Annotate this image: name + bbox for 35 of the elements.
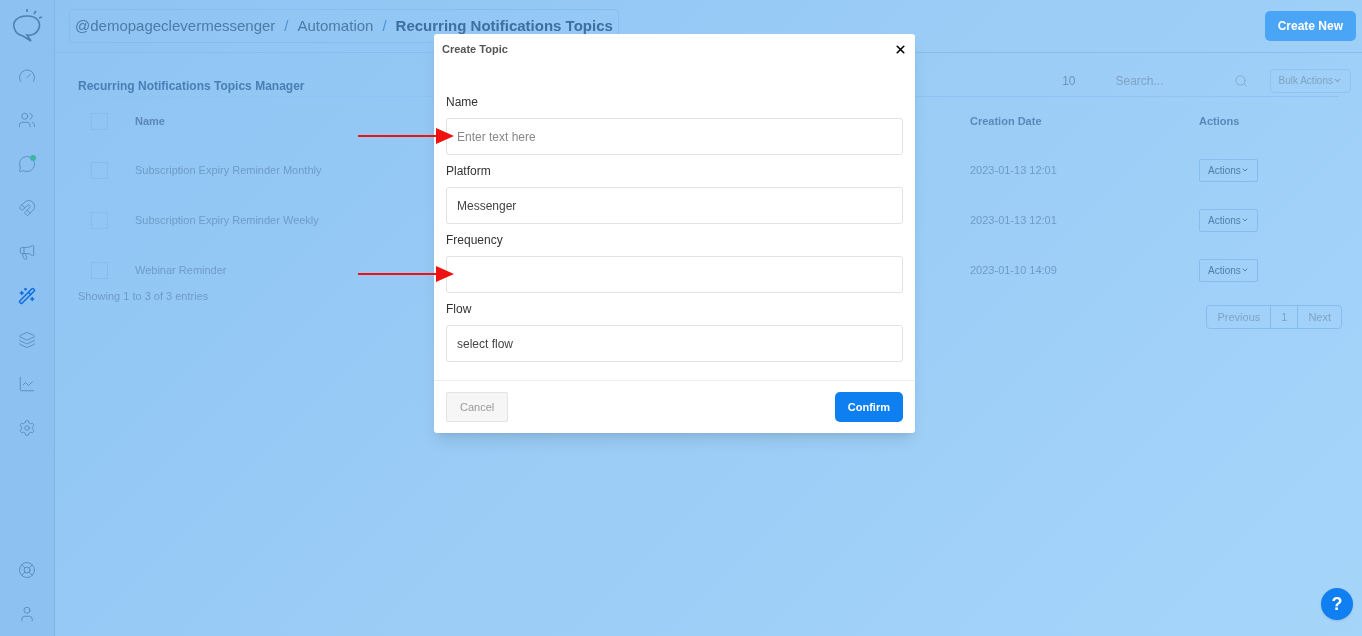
- breadcrumb-separator: /: [382, 15, 387, 36]
- cancel-button[interactable]: Cancel: [446, 392, 509, 422]
- dialog-title: Create Topic: [442, 41, 508, 57]
- input-field[interactable]: Enter text here: [446, 118, 903, 155]
- field-label: Name: [446, 94, 478, 111]
- column-header: Name: [135, 113, 165, 129]
- field-label: Flow: [446, 301, 472, 318]
- breadcrumb-link[interactable]: Recurring Notifications Topics: [395, 14, 613, 38]
- column-header: Creation Date: [970, 113, 1043, 129]
- breadcrumb-link[interactable]: Automation: [297, 14, 374, 38]
- actions-button[interactable]: Actions: [1199, 258, 1258, 282]
- breadcrumb-separator: /: [284, 15, 289, 36]
- close-button[interactable]: [894, 42, 907, 56]
- actions-button[interactable]: Actions: [1199, 158, 1258, 182]
- panel-title: Recurring Notifications Topics Manager: [78, 77, 305, 95]
- caret-icon: [1333, 76, 1342, 85]
- actions-button[interactable]: Actions: [1199, 208, 1258, 232]
- caret-icon: [1240, 266, 1249, 274]
- column-header: Actions: [1199, 113, 1241, 129]
- lifebuoy-icon: [18, 561, 36, 579]
- caret-icon: [1240, 166, 1249, 174]
- user-icon: [18, 605, 36, 623]
- field-label: Platform: [446, 163, 491, 180]
- confirm-button[interactable]: Confirm: [834, 392, 903, 422]
- caret-icon: [1240, 216, 1249, 224]
- help-button[interactable]: ?: [1321, 588, 1353, 620]
- create-new-button[interactable]: Create New: [1264, 11, 1356, 41]
- search-icon: [1233, 73, 1248, 88]
- field-label: Frequency: [446, 232, 503, 249]
- input-field[interactable]: [446, 256, 903, 293]
- close-icon: [894, 42, 907, 56]
- input-field[interactable]: select flow: [446, 325, 903, 362]
- page-size-select[interactable]: 10: [1062, 71, 1076, 90]
- breadcrumb-link[interactable]: @demopageclevermessenger: [75, 14, 276, 38]
- input-field[interactable]: Messenger: [446, 187, 903, 224]
